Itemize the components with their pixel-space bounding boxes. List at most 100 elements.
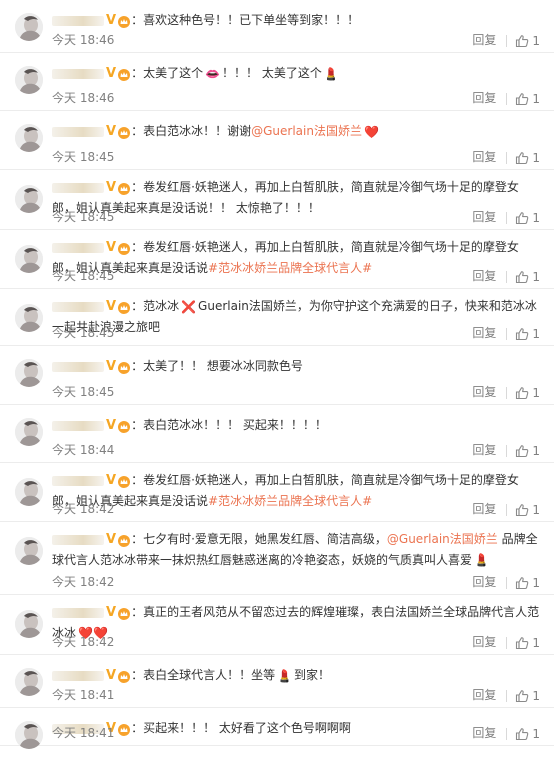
thumb-up-icon[interactable] [515, 576, 529, 590]
timestamp: 今天 18:42 [52, 575, 115, 589]
reply-button[interactable]: 回复 [472, 573, 496, 591]
avatar[interactable] [15, 418, 43, 446]
emoji-icon: 👄 [205, 66, 221, 81]
reply-button[interactable]: 回复 [472, 31, 496, 49]
name-separator: ： [131, 180, 144, 194]
emoji-icon: 💄 [323, 66, 339, 81]
thumb-up-icon[interactable] [515, 34, 529, 48]
thumb-up-icon[interactable] [515, 327, 529, 341]
username[interactable] [52, 242, 104, 253]
like-count: 1 [532, 385, 540, 400]
comment-item: V ：七夕有时·爱意无限，她黑发红唇、简洁高级，@Guerlain法国娇兰 品牌全… [0, 522, 554, 595]
comment-actions: 回复 1 [472, 633, 540, 652]
comment-meta: 今天 18:46 回复 1 [52, 89, 540, 107]
comment-item: V ：表白全球代言人！！坐等 💄 到家！ 今天 18:41 回复 1 [0, 655, 554, 708]
username[interactable] [52, 15, 104, 26]
action-divider [506, 211, 508, 224]
action-divider [506, 727, 508, 740]
username[interactable] [52, 68, 104, 79]
action-divider [506, 386, 508, 399]
comment-text-line: V ：表白全球代言人！！坐等 💄 到家！ [52, 665, 542, 686]
name-separator: ： [131, 13, 144, 27]
comment-text-line: V ：七夕有时·爱意无限，她黑发红唇、简洁高级，@Guerlain法国娇兰 品牌全… [52, 529, 542, 570]
username[interactable] [52, 670, 104, 681]
action-divider [506, 576, 508, 589]
thumb-up-icon[interactable] [515, 444, 529, 458]
name-separator: ： [131, 605, 144, 619]
username[interactable] [52, 301, 104, 312]
reply-button[interactable]: 回复 [472, 148, 496, 166]
reply-button[interactable]: 回复 [472, 267, 496, 285]
thumb-up-icon[interactable] [515, 386, 529, 400]
thumb-up-icon[interactable] [515, 689, 529, 703]
avatar[interactable] [15, 185, 43, 213]
verified-badge-icon: V [106, 604, 117, 620]
avatar[interactable] [15, 359, 43, 387]
comment-item: V ：表白范冰冰！！谢谢@Guerlain法国娇兰 ❤️ 今天 18:45 回复 1 [0, 111, 554, 170]
comment-meta: 今天 18:45 回复 1 [52, 267, 540, 285]
verified-badge-icon: V [106, 12, 117, 28]
comment-actions: 回复 1 [472, 267, 540, 286]
avatar[interactable] [15, 721, 43, 749]
comment-actions: 回复 1 [472, 441, 540, 460]
timestamp: 今天 18:45 [52, 326, 115, 340]
username[interactable] [52, 126, 104, 137]
comment-meta: 今天 18:42 回复 1 [52, 573, 540, 591]
verified-badge-icon: V [106, 123, 117, 139]
comment-text: ！！！ 太美了这个 [222, 66, 322, 80]
reply-button[interactable]: 回复 [472, 208, 496, 226]
avatar[interactable] [15, 13, 43, 41]
mention-link[interactable]: @Guerlain法国娇兰 [387, 532, 498, 546]
mention-link[interactable]: @Guerlain法国娇兰 [251, 124, 362, 138]
reply-button[interactable]: 回复 [472, 383, 496, 401]
member-crown-icon [117, 300, 131, 314]
reply-button[interactable]: 回复 [472, 633, 496, 651]
thumb-up-icon[interactable] [515, 151, 529, 165]
username[interactable] [52, 534, 104, 545]
avatar[interactable] [15, 610, 43, 638]
thumb-up-icon[interactable] [515, 211, 529, 225]
action-divider [506, 444, 508, 457]
verified-badge-icon: V [106, 358, 117, 374]
username[interactable] [52, 361, 104, 372]
reply-button[interactable]: 回复 [472, 89, 496, 107]
thumb-up-icon[interactable] [515, 92, 529, 106]
verified-badge-icon: V [106, 472, 117, 488]
avatar[interactable] [15, 478, 43, 506]
comment-body: V ：太美了！！ 想要冰冰同款色号 [52, 356, 542, 377]
member-crown-icon [117, 181, 131, 195]
name-separator: ： [131, 418, 144, 432]
avatar[interactable] [15, 304, 43, 332]
username[interactable] [52, 607, 104, 618]
comment-text-line: V ：表白范冰冰！！！ 买起来！！！！ [52, 415, 542, 436]
thumb-up-icon[interactable] [515, 270, 529, 284]
avatar[interactable] [15, 124, 43, 152]
reply-button[interactable]: 回复 [472, 686, 496, 704]
avatar[interactable] [15, 245, 43, 273]
action-divider [506, 151, 508, 164]
avatar[interactable] [15, 668, 43, 696]
reply-button[interactable]: 回复 [472, 324, 496, 342]
comment-item: V ：真正的王者风范从不留恋过去的辉煌璀璨，表白法国娇兰全球品牌代言人范冰冰 ❤️❤… [0, 595, 554, 655]
like-count: 1 [532, 210, 540, 225]
reply-button[interactable]: 回复 [472, 724, 496, 742]
thumb-up-icon[interactable] [515, 727, 529, 741]
avatar[interactable] [15, 66, 43, 94]
action-divider [506, 636, 508, 649]
comment-text: 表白全球代言人！！坐等 [143, 668, 276, 682]
verified-badge-icon: V [106, 65, 117, 81]
username[interactable] [52, 182, 104, 193]
comment-meta: 今天 18:45 回复 1 [52, 208, 540, 226]
like-count: 1 [532, 326, 540, 341]
username[interactable] [52, 475, 104, 486]
verified-badge-icon: V [106, 667, 117, 683]
username[interactable] [52, 420, 104, 431]
comment-text: 喜欢这种色号！！已下单坐等到家！！！ [143, 13, 360, 27]
action-divider [506, 503, 508, 516]
avatar[interactable] [15, 537, 43, 565]
member-crown-icon [117, 669, 131, 683]
thumb-up-icon[interactable] [515, 636, 529, 650]
thumb-up-icon[interactable] [515, 503, 529, 517]
reply-button[interactable]: 回复 [472, 441, 496, 459]
reply-button[interactable]: 回复 [472, 500, 496, 518]
